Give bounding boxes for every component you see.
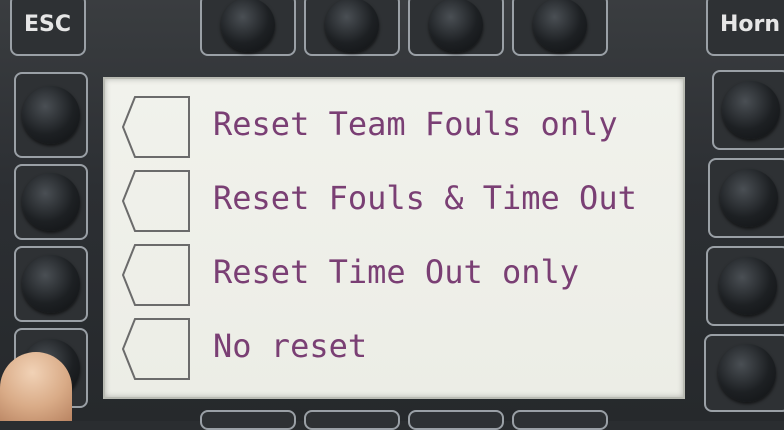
menu-item-label: No reset <box>213 327 368 365</box>
horn-button[interactable]: Horn <box>706 0 784 56</box>
knob-icon <box>221 0 275 52</box>
top-key-1[interactable] <box>200 0 296 56</box>
control-panel: ESC Horn Reset Team Fouls only Reset Fou… <box>0 0 784 430</box>
knob-icon <box>533 0 587 52</box>
esc-button[interactable]: ESC <box>10 0 86 56</box>
menu-item-label: Reset Fouls & Time Out <box>213 179 637 217</box>
knob-icon <box>22 173 80 231</box>
left-key-3[interactable] <box>14 246 88 322</box>
right-key-2[interactable] <box>708 158 784 238</box>
bottom-key-1[interactable] <box>200 410 296 430</box>
knob-icon <box>22 86 80 144</box>
softkey-arrow-icon <box>121 318 190 380</box>
bottom-key-4[interactable] <box>512 410 608 430</box>
bottom-key-2[interactable] <box>304 410 400 430</box>
softkey-arrow-icon <box>121 170 190 232</box>
top-key-4[interactable] <box>512 0 608 56</box>
right-key-3[interactable] <box>706 246 784 326</box>
finger <box>0 352 72 421</box>
right-key-1[interactable] <box>712 70 784 150</box>
menu-item[interactable]: Reset Team Fouls only <box>121 93 681 163</box>
knob-icon <box>22 255 80 313</box>
knob-icon <box>718 344 776 402</box>
knob-icon <box>720 169 778 227</box>
menu-item[interactable]: No reset <box>121 315 681 385</box>
horn-label: Horn <box>720 12 781 37</box>
top-key-2[interactable] <box>304 0 400 56</box>
esc-label: ESC <box>24 12 72 37</box>
softkey-arrow-icon <box>121 244 190 306</box>
top-key-3[interactable] <box>408 0 504 56</box>
left-key-2[interactable] <box>14 164 88 240</box>
softkey-arrow-icon <box>121 96 190 158</box>
menu-item[interactable]: Reset Fouls & Time Out <box>121 167 681 237</box>
right-key-4[interactable] <box>704 334 784 412</box>
knob-icon <box>429 0 483 52</box>
menu-item-label: Reset Team Fouls only <box>213 105 618 143</box>
lcd-screen: Reset Team Fouls only Reset Fouls & Time… <box>103 77 685 399</box>
knob-icon <box>719 257 777 315</box>
menu-item-label: Reset Time Out only <box>213 253 580 291</box>
knob-icon <box>325 0 379 52</box>
bottom-key-3[interactable] <box>408 410 504 430</box>
knob-icon <box>722 81 780 139</box>
menu-item[interactable]: Reset Time Out only <box>121 241 681 311</box>
left-key-1[interactable] <box>14 72 88 158</box>
